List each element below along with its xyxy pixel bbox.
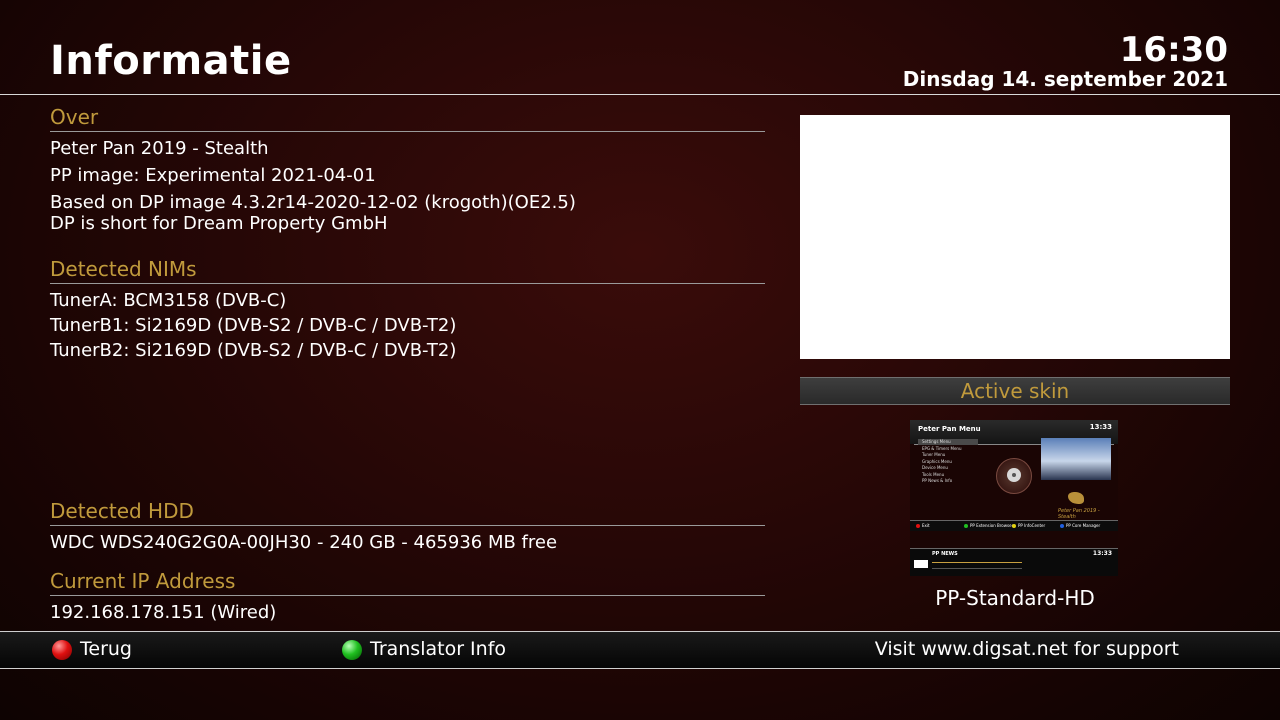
button-bar: Terug Translator Info Visit www.digsat.n… (0, 631, 1280, 669)
thumb-footer-label: PP InfoCenter (1018, 523, 1046, 528)
section-heading-ip: Current IP Address (50, 569, 236, 593)
clock: 16:30 (1119, 30, 1228, 70)
thumb-preview-image (1041, 438, 1111, 480)
section-divider (50, 525, 765, 526)
nim-line: TunerB1: Si2169D (DVB-S2 / DVB-C / DVB-T… (50, 315, 457, 336)
about-line: DP is short for Dream Property GmbH (50, 213, 388, 234)
date-display: Dinsdag 14. september 2021 (902, 67, 1228, 91)
thumb-menu-item: PP News & Info (922, 478, 953, 483)
section-divider (50, 283, 765, 284)
page-title: Informatie (50, 38, 292, 84)
translator-info-button[interactable]: Translator Info (370, 638, 506, 660)
about-line: PP image: Experimental 2021-04-01 (50, 165, 376, 186)
hdd-line: WDC WDS240G2G0A-00JH30 - 240 GB - 465936… (50, 532, 558, 553)
video-preview (800, 115, 1230, 359)
section-divider (50, 595, 765, 596)
section-divider (50, 131, 765, 132)
active-skin-name: PP-Standard-HD (935, 586, 1095, 610)
thumb-settings-icon (996, 458, 1032, 494)
red-button-icon[interactable] (52, 640, 72, 660)
thumb-progress (932, 568, 1022, 569)
thumb-time: 13:33 (1089, 423, 1112, 431)
back-button[interactable]: Terug (80, 638, 132, 660)
about-line: Peter Pan 2019 - Stealth (50, 138, 269, 159)
about-line: Based on DP image 4.3.2r14-2020-12-02 (k… (50, 192, 576, 213)
thumb-footer: Exit PP Extension Browser PP InfoCenter … (910, 520, 1118, 531)
thumb-channel-logo (914, 560, 928, 568)
thumb-menu: Settings Menu EPG & Timers Menu Tuner Me… (922, 439, 961, 485)
skin-thumbnail: Peter Pan Menu 13:33 Settings Menu EPG &… (910, 420, 1118, 576)
nim-line: TunerB2: Si2169D (DVB-S2 / DVB-C / DVB-T… (50, 340, 457, 361)
green-button-icon[interactable] (342, 640, 362, 660)
thumb-title: Peter Pan Menu (918, 425, 981, 433)
support-text: Visit www.digsat.net for support (874, 638, 1179, 660)
thumb-peterpan-logo (1068, 492, 1084, 504)
thumb-news-title: PP NEWS (932, 551, 958, 557)
thumb-footer-label: PP Core Manager (1066, 523, 1101, 528)
active-skin-header: Active skin (800, 377, 1230, 405)
thumb-footer-label: Exit (922, 523, 930, 528)
thumb-logo-text: Peter Pan 2019 - Stealth (1058, 508, 1100, 520)
nim-line: TunerA: BCM3158 (DVB-C) (50, 290, 287, 311)
thumb-news-bar: PP NEWS 13:33 (910, 548, 1118, 576)
header-divider (0, 94, 1280, 95)
thumb-footer-label: PP Extension Browser (970, 523, 1014, 528)
thumb-news-time: 13:33 (1092, 550, 1112, 557)
ip-line: 192.168.178.151 (Wired) (50, 602, 277, 623)
thumb-progress (932, 562, 1022, 563)
section-heading-hdd: Detected HDD (50, 499, 194, 523)
section-heading-about: Over (50, 105, 99, 129)
section-heading-nims: Detected NIMs (50, 257, 197, 281)
